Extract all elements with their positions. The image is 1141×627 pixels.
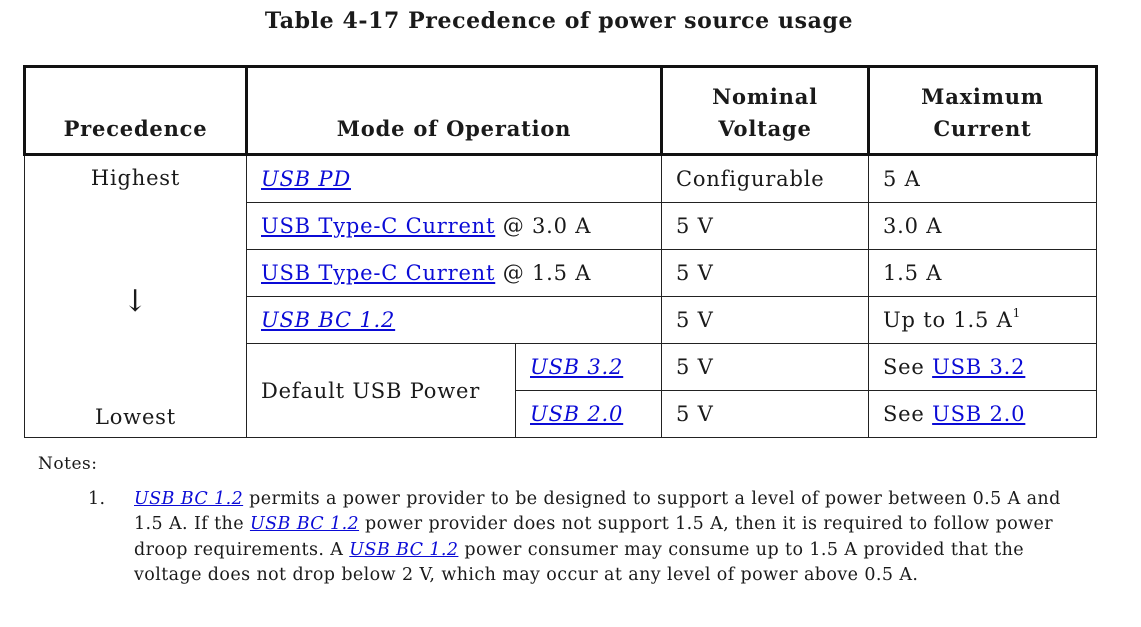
voltage-cell: 5 V: [661, 202, 869, 250]
sub-mode-link[interactable]: USB 2.0: [530, 402, 623, 426]
current-link[interactable]: USB 3.2: [932, 355, 1025, 379]
mode-cell: USB Type-C Current @ 3.0 A: [246, 202, 662, 250]
mode-group-cell: Default USB Power: [246, 343, 516, 438]
current-cell: See USB 3.2: [868, 343, 1097, 391]
voltage-cell: 5 V: [661, 343, 869, 391]
footnote-ref[interactable]: 1: [1013, 306, 1021, 320]
voltage-cell: Configurable: [661, 154, 869, 203]
header-row: Precedence Mode of Operation Nominal Volt…: [23, 65, 1098, 156]
sub-mode-cell: USB 3.2: [515, 343, 662, 391]
current-cell: 3.0 A: [868, 202, 1097, 250]
note-text: USB BC 1.2 permits a power provider to b…: [134, 489, 1061, 585]
header-voltage: Nominal Voltage: [660, 65, 870, 156]
mode-link[interactable]: USB Type-C Current: [261, 261, 495, 285]
sub-mode-link[interactable]: USB 3.2: [530, 355, 623, 379]
voltage-cell: 5 V: [661, 390, 869, 438]
sub-mode-cell: USB 2.0: [515, 390, 662, 438]
mode-cell: USB BC 1.2: [246, 296, 662, 344]
table-row: Highest ↓ Lowest USB PD Configurable 5 A: [24, 154, 1097, 438]
notes-label: Notes:: [38, 454, 98, 474]
precedence-highest: Highest: [90, 166, 181, 190]
power-precedence-table: Precedence Mode of Operation Nominal Volt…: [23, 65, 1098, 438]
arrow-down-icon: ↓: [122, 284, 149, 319]
voltage-cell: 5 V: [661, 296, 869, 344]
mode-link[interactable]: USB Type-C Current: [261, 214, 495, 238]
mode-link[interactable]: USB BC 1.2: [261, 308, 395, 332]
current-cell: See USB 2.0: [868, 390, 1097, 438]
header-current: Maximum Current: [867, 65, 1098, 156]
header-mode: Mode of Operation: [245, 65, 663, 156]
precedence-lowest: Lowest: [94, 405, 176, 429]
voltage-cell: 5 V: [661, 249, 869, 297]
current-link[interactable]: USB 2.0: [932, 402, 1025, 426]
mode-cell: USB PD: [246, 154, 662, 203]
header-precedence: Precedence: [23, 65, 248, 156]
mode-cell: USB Type-C Current @ 1.5 A: [246, 249, 662, 297]
precedence-cell: Highest ↓ Lowest: [24, 154, 247, 438]
mode-link[interactable]: USB PD: [261, 167, 351, 191]
current-cell: 1.5 A: [868, 249, 1097, 297]
note-link[interactable]: USB BC 1.2: [349, 540, 458, 560]
note-link[interactable]: USB BC 1.2: [250, 514, 359, 534]
note-number: 1.: [88, 489, 106, 509]
note-link[interactable]: USB BC 1.2: [134, 489, 243, 509]
table-title: Table 4-17 Precedence of power source us…: [264, 8, 854, 34]
current-cell: Up to 1.5 A1: [868, 296, 1097, 344]
current-cell: 5 A: [868, 154, 1097, 203]
